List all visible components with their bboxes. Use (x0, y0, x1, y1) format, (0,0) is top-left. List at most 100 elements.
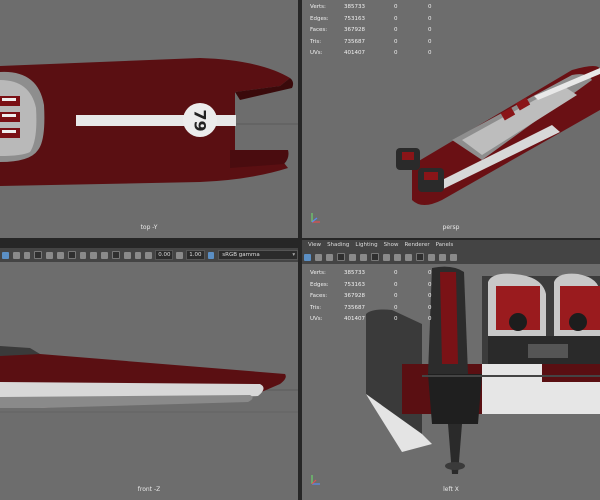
hull-number: 79 (190, 109, 210, 132)
stat-selected: 0 (394, 281, 398, 288)
stat-selected: 0 (394, 304, 398, 311)
stat-row: Tris: 735687 0 0 (310, 37, 462, 49)
stat-value: 385733 (344, 270, 365, 276)
stat-value: 401407 (344, 316, 365, 322)
field-chart-icon[interactable] (428, 253, 435, 261)
viewport-persp[interactable]: Verts: 385733 0 0 Edges: 753163 0 0 Faces: 3679… (302, 0, 600, 238)
stat-value: 753163 (344, 15, 365, 22)
stat-selected: 0 (394, 270, 398, 276)
exposure-icon[interactable] (450, 253, 457, 261)
stat-label: UVs: (310, 50, 323, 56)
viewport-left[interactable]: Verts: 385733 0 0 Edges: 753163 0 0 Faces: 3679… (302, 264, 600, 500)
lights-icon[interactable] (34, 251, 43, 259)
camera-icon[interactable] (304, 253, 311, 261)
stat-label: Edges: (310, 15, 329, 22)
stat-label: Faces: (310, 27, 328, 33)
stat-selected: 0 (394, 27, 398, 33)
stat-selected: 0 (394, 15, 398, 22)
wireframe-icon[interactable] (12, 251, 20, 259)
front-view-render (0, 346, 298, 413)
menu-shading[interactable]: Shading (327, 242, 349, 248)
color-space-select[interactable]: sRGB gamma (218, 250, 299, 260)
stat-selected: 0 (394, 316, 398, 322)
smooth-shade-icon[interactable] (23, 251, 31, 259)
safe-action-icon[interactable] (134, 251, 142, 259)
viewport-label-top: top -Y (140, 224, 158, 231)
stat-row: UVs: 401407 0 0 (310, 314, 462, 326)
stat-label: Tris: (310, 38, 322, 45)
stat-component: 0 (428, 50, 432, 56)
stat-row: Edges: 753163 0 0 (310, 14, 462, 26)
stat-value: 735687 (344, 38, 365, 45)
stat-row: Tris: 735687 0 0 (310, 303, 462, 315)
camera-icon[interactable] (2, 251, 9, 259)
poly-stats-left: Verts: 385733 0 0 Edges: 753163 0 0 Faces: 3679… (310, 268, 462, 326)
color-management-icon[interactable] (207, 251, 215, 259)
stat-label: Faces: (310, 293, 328, 299)
menu-panels[interactable]: Panels (436, 242, 454, 248)
shadows-icon[interactable] (349, 253, 356, 261)
exposure-icon[interactable] (145, 251, 153, 259)
resolution-gate-icon[interactable] (101, 251, 108, 259)
smooth-shade-icon[interactable] (326, 253, 333, 261)
lights-icon[interactable] (337, 253, 345, 261)
stat-value: 367928 (344, 27, 365, 33)
menu-lighting[interactable]: Lighting (355, 242, 377, 248)
gate-mask-icon[interactable] (112, 251, 120, 259)
panel-toolbar-front: 0.00 1.00 sRGB gamma (0, 248, 299, 262)
xray-icon[interactable] (360, 253, 367, 261)
isolate-icon[interactable] (67, 251, 76, 259)
top-view-render (0, 58, 298, 186)
safe-action-icon[interactable] (439, 253, 446, 261)
gate-mask-icon[interactable] (416, 253, 424, 261)
xray-icon[interactable] (57, 251, 64, 259)
shadows-icon[interactable] (46, 251, 53, 259)
stat-row: Faces: 367928 0 0 (310, 291, 462, 303)
grid-icon[interactable] (383, 253, 390, 261)
stat-row: Faces: 367928 0 0 (310, 25, 462, 37)
film-gate-icon[interactable] (90, 251, 98, 259)
stat-label: Edges: (310, 281, 329, 288)
isolate-icon[interactable] (371, 253, 379, 261)
stat-component: 0 (428, 316, 432, 322)
panel-menubar-left: View Shading Lighting Show Renderer Pane… (302, 240, 600, 250)
stat-component: 0 (428, 270, 432, 276)
stat-label: Verts: (310, 270, 326, 276)
stat-component: 0 (428, 304, 432, 311)
stat-component: 0 (428, 293, 432, 299)
stat-row: Edges: 753163 0 0 (310, 280, 462, 292)
menu-view[interactable]: View (308, 242, 321, 248)
exposure-field[interactable]: 0.00 (155, 250, 174, 260)
stat-row: Verts: 385733 0 0 (310, 2, 462, 14)
grid-icon[interactable] (79, 251, 87, 259)
stat-row: Verts: 385733 0 0 (310, 268, 462, 280)
viewport-front[interactable]: front -Z (0, 262, 298, 500)
stat-component: 0 (428, 15, 432, 22)
viewport-label-persp: persp (442, 224, 460, 231)
gamma-field[interactable]: 1.00 (186, 250, 205, 260)
wireframe-icon[interactable] (315, 253, 322, 261)
stat-selected: 0 (394, 38, 398, 45)
poly-stats-persp: Verts: 385733 0 0 Edges: 753163 0 0 Faces: 3679… (310, 2, 462, 60)
stat-selected: 0 (394, 293, 398, 299)
resolution-gate-icon[interactable] (405, 253, 412, 261)
viewport-label-front: front -Z (137, 486, 161, 493)
stat-selected: 0 (394, 50, 398, 56)
stat-value: 753163 (344, 281, 365, 288)
menu-renderer[interactable]: Renderer (404, 242, 429, 248)
menu-show[interactable]: Show (384, 242, 399, 248)
gamma-icon[interactable] (176, 251, 184, 259)
stat-label: Verts: (310, 4, 326, 10)
stat-label: Tris: (310, 304, 322, 311)
stat-component: 0 (428, 27, 432, 33)
panel-toolbar-left (302, 250, 600, 264)
field-chart-icon[interactable] (123, 251, 131, 259)
film-gate-icon[interactable] (394, 253, 401, 261)
viewport-top[interactable]: 79 top -Y (0, 0, 298, 238)
stat-value: 401407 (344, 50, 365, 56)
stat-component: 0 (428, 4, 432, 10)
stat-label: UVs: (310, 316, 323, 322)
stat-row: UVs: 401407 0 0 (310, 48, 462, 60)
stat-selected: 0 (394, 4, 398, 10)
viewport-label-left: left X (443, 486, 459, 493)
